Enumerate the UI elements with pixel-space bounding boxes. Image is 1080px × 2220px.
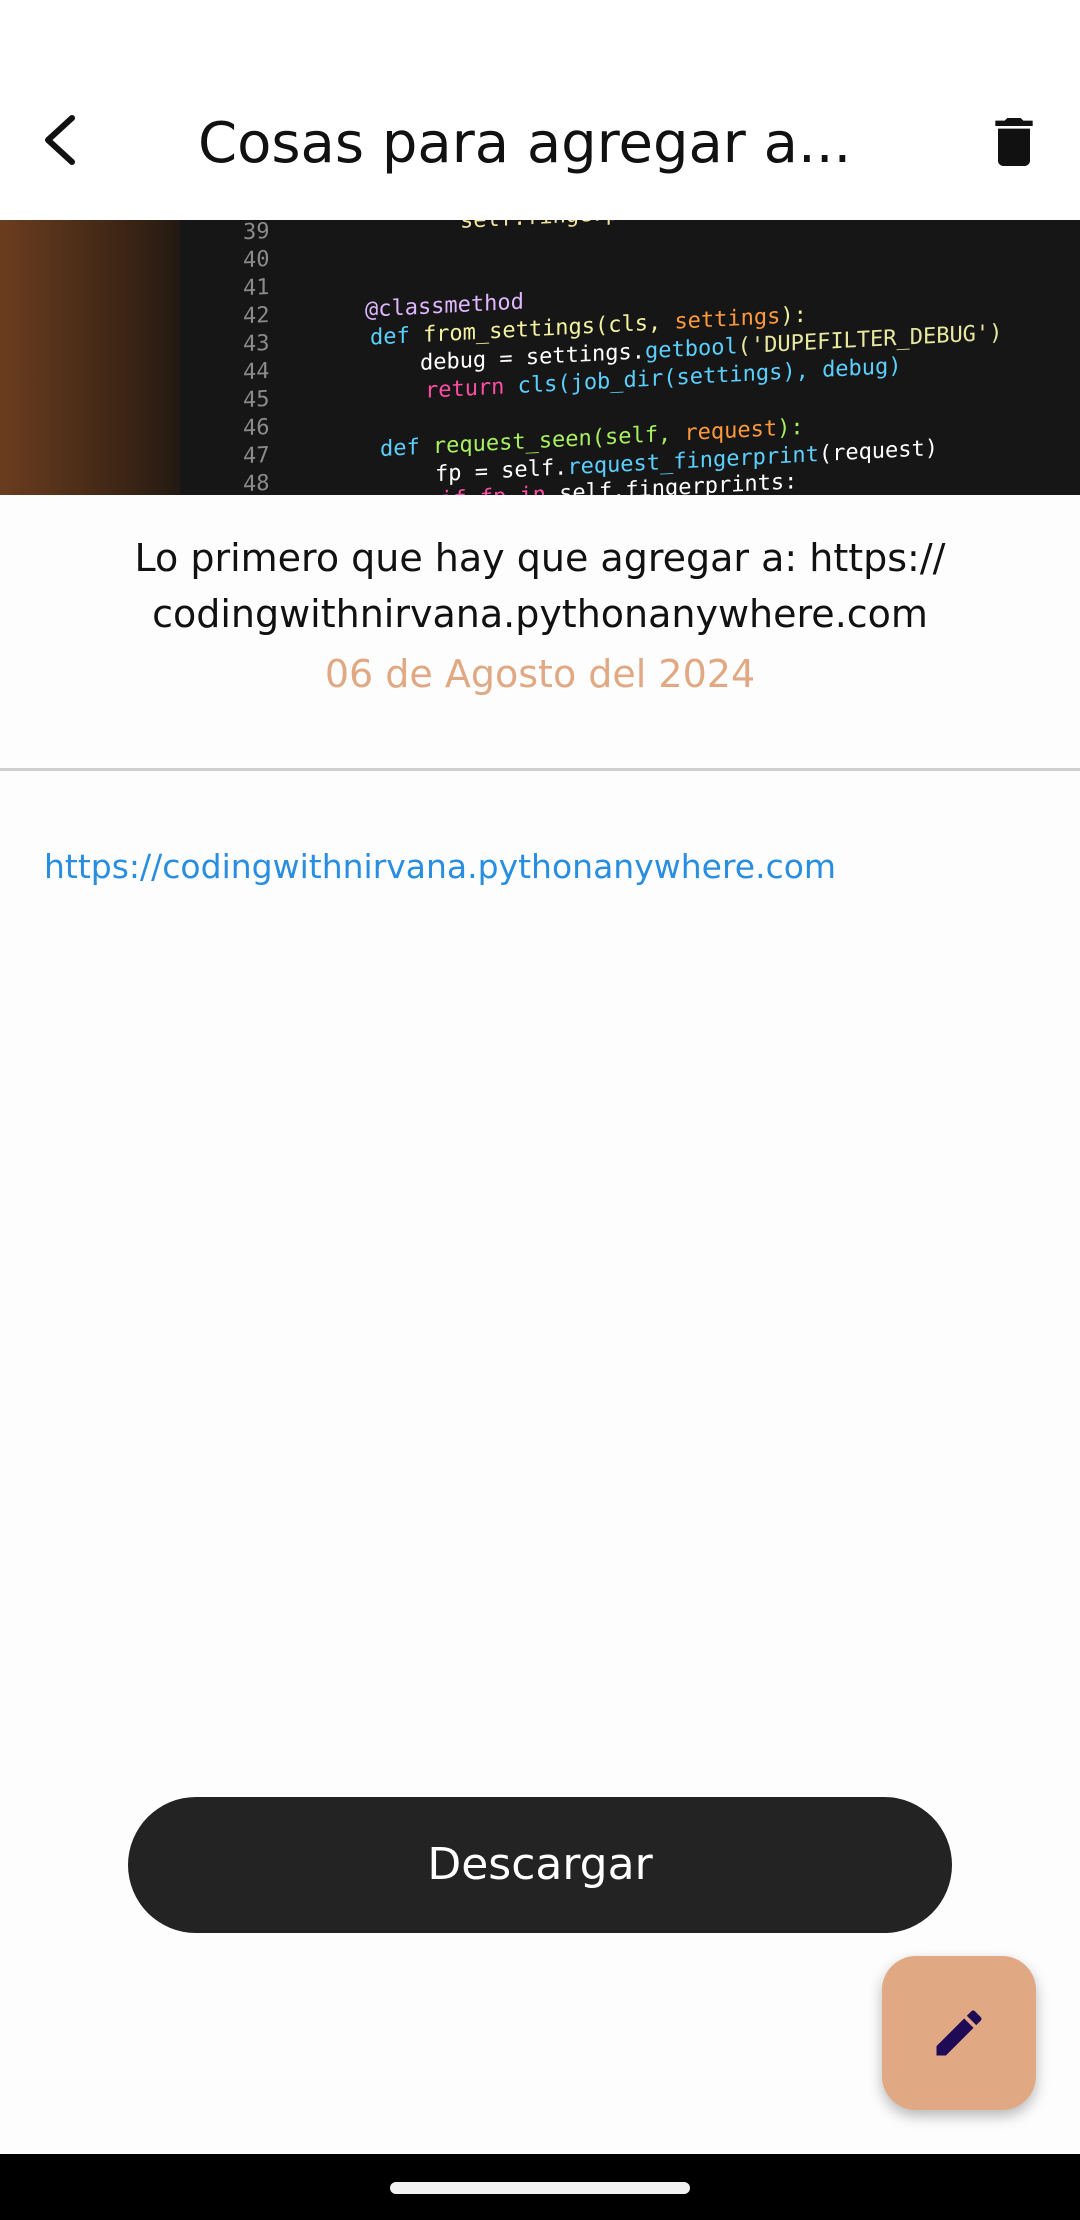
svg-text:43: 43 (243, 331, 269, 357)
app-bar: Cosas para agregar a... (0, 60, 1080, 220)
delete-button[interactable] (982, 110, 1046, 174)
page-title: Cosas para agregar a... (198, 111, 852, 176)
code-screenshot-image: 39 40 41 42 43 44 45 46 47 48 self.finge… (0, 220, 1080, 495)
edit-fab-button[interactable] (882, 1956, 1036, 2110)
note-description: Lo primero que hay que agregar a: https:… (134, 536, 946, 636)
svg-text:40: 40 (243, 247, 269, 273)
note-date: 06 de Agosto del 2024 (324, 652, 756, 696)
back-button[interactable] (30, 108, 94, 172)
svg-text:45: 45 (243, 387, 269, 413)
note-cover-image: 39 40 41 42 43 44 45 46 47 48 self.finge… (0, 220, 1080, 495)
pencil-icon (936, 2010, 982, 2056)
arrow-back-icon (45, 115, 75, 165)
download-button[interactable]: Descargar (128, 1797, 952, 1933)
note-link[interactable]: https://codingwithnirvana.pythonanywhere… (44, 842, 1044, 892)
svg-text:39: 39 (243, 220, 269, 245)
svg-text:42: 42 (243, 303, 269, 329)
svg-text:48: 48 (243, 471, 269, 495)
divider (0, 768, 1080, 771)
svg-text:44: 44 (243, 359, 269, 385)
svg-text:47: 47 (243, 443, 269, 469)
svg-text:41: 41 (243, 275, 269, 301)
trash-icon (995, 118, 1033, 166)
svg-text:46: 46 (243, 415, 269, 441)
home-indicator[interactable] (390, 2182, 690, 2194)
status-bar (0, 0, 1080, 60)
